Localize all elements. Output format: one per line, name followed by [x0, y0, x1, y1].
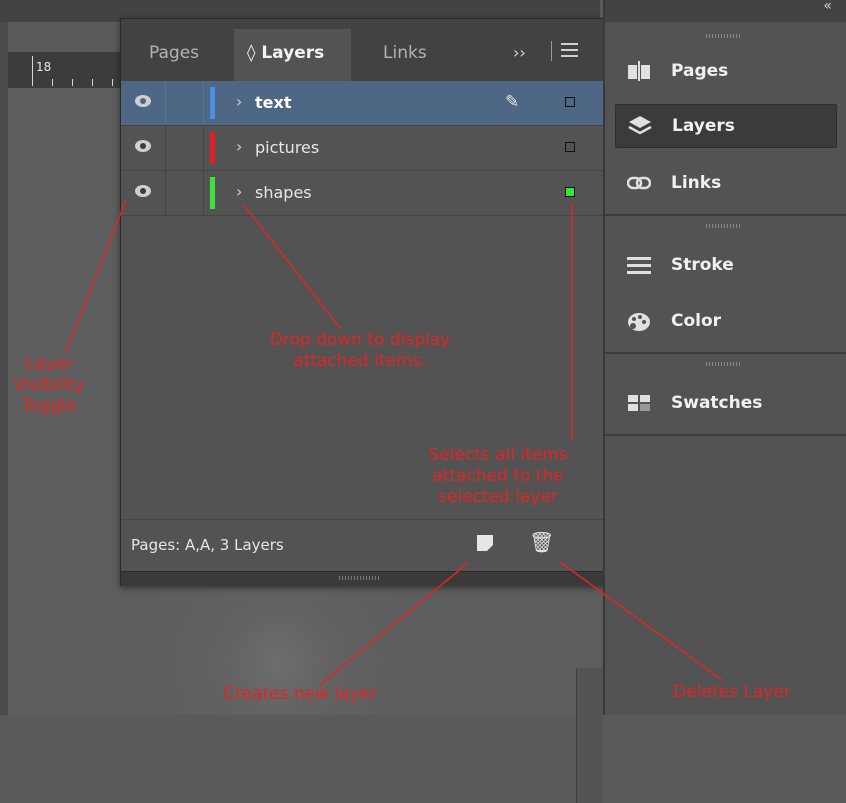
- annotation-dropdown: Drop down to display attached items.: [269, 330, 451, 371]
- annotation-line-dropdown: [243, 204, 341, 329]
- annotation-visibility-toggle: Layer Visibility Toggle: [13, 354, 85, 416]
- annotation-line-delete-layer: [559, 561, 723, 681]
- annotation-new-layer: Creates new layer: [223, 684, 377, 704]
- annotation-delete-layer: Deletes Layer: [673, 682, 791, 702]
- annotation-select-items: Selects all items attached to the select…: [428, 445, 568, 507]
- annotation-line-visibility: [65, 199, 127, 353]
- annotation-line-new-layer: [319, 562, 469, 686]
